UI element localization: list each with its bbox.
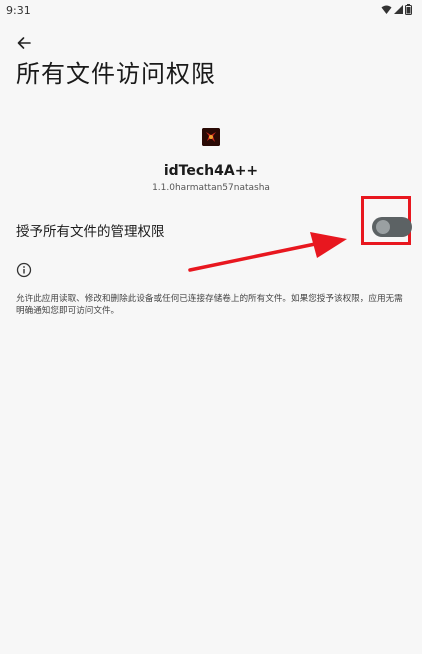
toggle-thumb <box>376 220 390 234</box>
back-button[interactable] <box>10 30 38 56</box>
status-icons <box>381 4 412 15</box>
app-icon <box>202 128 220 146</box>
status-bar: 9:31 <box>0 0 422 24</box>
status-time: 9:31 <box>6 4 31 17</box>
page-title: 所有文件访问权限 <box>16 60 216 88</box>
app-name: idTech4A++ <box>163 163 259 179</box>
annotation-arrow <box>188 232 347 272</box>
wifi-icon <box>381 5 392 15</box>
signal-icon <box>394 4 403 15</box>
app-version: 1.1.0harmattan57natasha <box>152 183 270 193</box>
battery-icon <box>405 4 412 15</box>
info-text: 允许此应用读取、修改和删除此设备或任何已连接存储卷上的所有文件。如果您授予该权限… <box>16 294 403 316</box>
permission-label: 授予所有文件的管理权限 <box>16 224 165 240</box>
arrow-left-icon <box>17 34 31 53</box>
info-icon <box>16 262 32 278</box>
permission-toggle[interactable] <box>372 217 412 237</box>
